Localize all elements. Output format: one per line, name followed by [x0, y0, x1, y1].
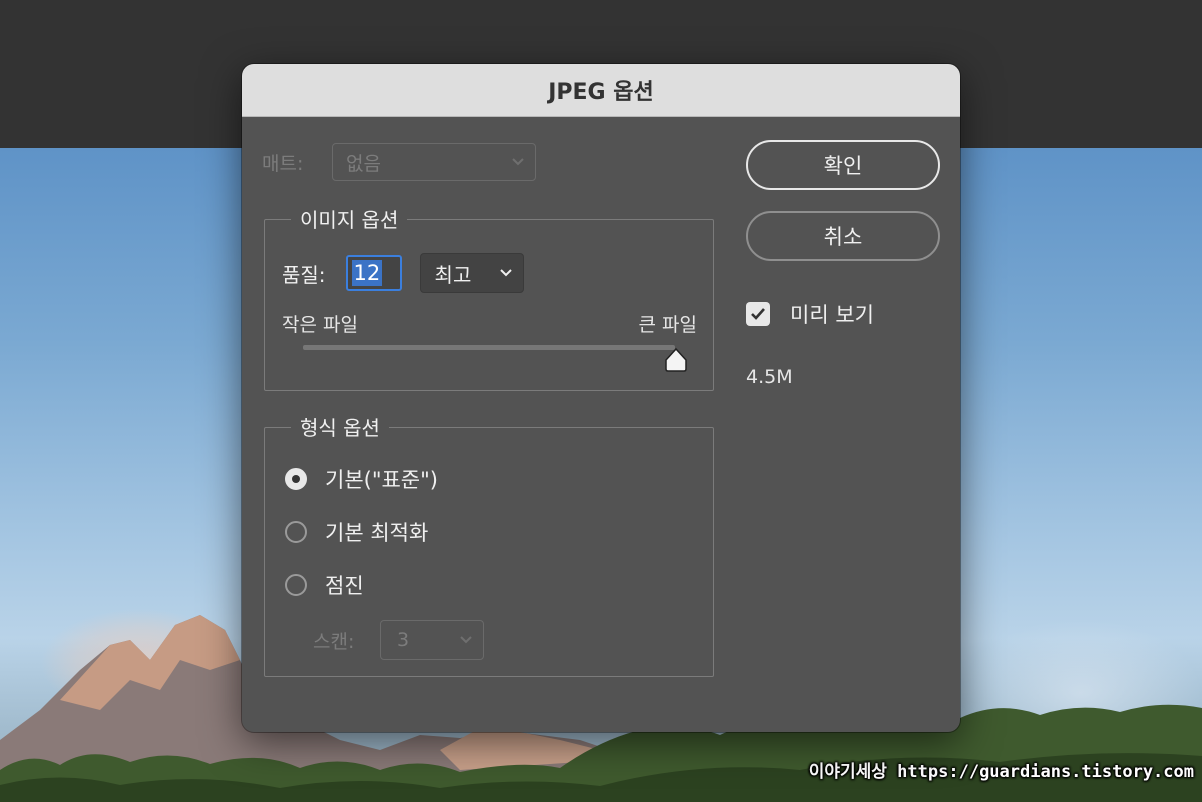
matte-value: 없음 [346, 152, 381, 175]
chevron-down-icon [460, 636, 472, 644]
matte-row: 매트: 없음 [262, 143, 536, 181]
matte-select[interactable]: 없음 [332, 143, 536, 181]
preview-label: 미리 보기 [790, 303, 874, 327]
quality-input[interactable]: 12 [345, 255, 402, 291]
slider-labels: 작은 파일 큰 파일 [282, 310, 697, 337]
matte-label: 매트: [262, 152, 304, 175]
scan-label: 스캔: [313, 630, 355, 653]
checkmark-icon [751, 308, 765, 320]
watermark-text: 이야기세상 https://guardians.tistory.com [808, 762, 1194, 782]
cancel-button[interactable]: 취소 [746, 211, 940, 261]
radio-label: 기본 최적화 [325, 521, 429, 545]
quality-slider-track[interactable] [303, 345, 675, 350]
small-file-label: 작은 파일 [282, 314, 358, 336]
radio-button-checked[interactable] [285, 468, 307, 490]
format-options-group: 형식 옵션 기본("표준") 기본 최적화 점진 스캔: 3 [264, 412, 714, 677]
preview-checkbox[interactable] [746, 302, 770, 326]
chevron-down-icon [499, 269, 512, 277]
radio-baseline-optimized[interactable]: 기본 최적화 [285, 517, 428, 547]
chevron-down-icon [512, 158, 524, 166]
preview-row[interactable]: 미리 보기 [746, 299, 874, 329]
radio-button[interactable] [285, 521, 307, 543]
scan-row: 스캔: 3 [313, 620, 484, 660]
ok-button[interactable]: 확인 [746, 140, 940, 190]
quality-preset-value: 최고 [434, 262, 472, 287]
image-options-group: 이미지 옵션 품질: 12 최고 작은 파일 큰 파일 [264, 204, 714, 391]
dialog-title: JPEG 옵션 [242, 64, 960, 117]
format-options-title: 형식 옵션 [291, 412, 389, 441]
scan-select[interactable]: 3 [380, 620, 484, 660]
jpeg-options-dialog: JPEG 옵션 매트: 없음 이미지 옵션 품질: 12 최고 작은 파일 큰 … [242, 64, 960, 732]
quality-row: 품질: 12 최고 [282, 253, 524, 293]
radio-progressive[interactable]: 점진 [285, 570, 364, 600]
radio-label: 기본("표준") [325, 468, 438, 492]
quality-preset-select[interactable]: 최고 [419, 253, 524, 293]
quality-value: 12 [351, 260, 383, 286]
desktop-stage: 이야기세상 https://guardians.tistory.com JPEG… [0, 0, 1202, 802]
quality-slider-thumb[interactable] [663, 347, 689, 373]
image-options-title: 이미지 옵션 [291, 204, 408, 233]
quality-label: 품질: [282, 262, 326, 287]
radio-button[interactable] [285, 574, 307, 596]
radio-label: 점진 [325, 574, 364, 598]
file-size-text: 4.5M [746, 366, 793, 388]
large-file-label: 큰 파일 [638, 314, 697, 336]
scan-value: 3 [397, 629, 410, 651]
radio-baseline-standard[interactable]: 기본("표준") [285, 464, 438, 494]
